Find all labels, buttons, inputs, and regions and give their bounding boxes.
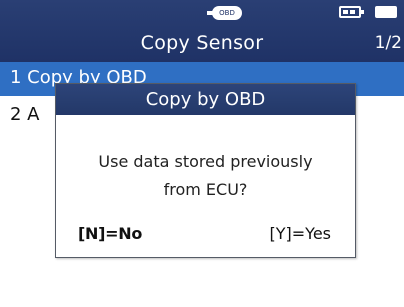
power-icon: [375, 6, 397, 18]
title-row: Copy Sensor 1/2: [0, 26, 404, 62]
header-bar: OBD Copy Sensor 1/2: [0, 0, 404, 62]
dialog-title: Copy by OBD: [145, 89, 266, 110]
dialog-message: Use data stored previously from ECU?: [98, 152, 313, 199]
yes-button[interactable]: [Y]=Yes: [270, 224, 332, 243]
no-button[interactable]: [N]=No: [78, 224, 142, 243]
obd-connector-icon: OBD: [207, 6, 242, 20]
confirm-dialog: Copy by OBD Use data stored previously f…: [55, 83, 356, 258]
status-bar: OBD: [0, 0, 404, 26]
menu-item-label: 2 A: [10, 104, 40, 125]
battery-icon: [339, 6, 364, 18]
dialog-header: Copy by OBD: [56, 84, 355, 115]
screen-title: Copy Sensor: [140, 32, 264, 54]
device-screen: OBD Copy Sensor 1/2 1 Copy by OBD 2 A Co…: [0, 0, 404, 307]
page-indicator: 1/2: [374, 33, 402, 53]
